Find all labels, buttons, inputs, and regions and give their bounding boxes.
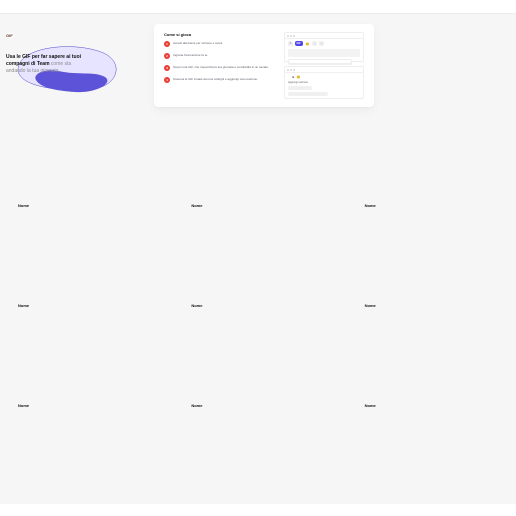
item-title: Nome bbox=[191, 303, 202, 308]
avatar bbox=[353, 301, 361, 309]
item-title: Nome bbox=[18, 403, 29, 408]
chip-emoji[interactable]: 😊 bbox=[304, 41, 311, 46]
chip-ellipsis-icon[interactable]: ⋯ bbox=[319, 41, 324, 46]
emoji-icon: 😊 bbox=[297, 75, 301, 79]
hero-line2-bold: compagni di Team bbox=[6, 61, 50, 67]
avatar bbox=[179, 401, 187, 409]
step-text: Scopri una GIF, che rispecchia la tua gi… bbox=[173, 65, 269, 71]
avatar bbox=[353, 201, 361, 209]
item-title: Nome bbox=[365, 303, 376, 308]
results-grid: Nome Nome Nome Nome Nome Nome bbox=[6, 135, 510, 409]
card-step: 2 Ingrana l'animazione fa te. bbox=[164, 53, 274, 59]
thumbnail-placeholder bbox=[179, 335, 334, 395]
thumbnail-placeholder bbox=[353, 135, 508, 195]
mini-floating-bar bbox=[288, 59, 352, 64]
hero-line3: andando la tua giornata. bbox=[6, 68, 60, 74]
list-item[interactable]: Nome bbox=[179, 135, 334, 209]
avatar bbox=[179, 201, 187, 209]
top-bar bbox=[0, 0, 516, 14]
list-item[interactable]: Nome bbox=[179, 335, 334, 409]
page-root: GIF Usa le GIF per far sapere ai tuoi co… bbox=[0, 0, 516, 516]
mini-label: Aggiungi reazione bbox=[288, 81, 360, 84]
thumbnail-placeholder bbox=[6, 135, 161, 195]
chip-gif[interactable]: GIF bbox=[295, 41, 303, 46]
step-text: Osserva le GIF inviate dai tuoi colleghi… bbox=[173, 77, 258, 83]
cursor-icon: ➤ bbox=[292, 75, 295, 79]
hero-headline: Usa le GIF per far sapere ai tuoi compag… bbox=[6, 54, 116, 74]
avatar bbox=[6, 401, 14, 409]
card-steps: Come si gioca 1 Accedi alla barra per sc… bbox=[164, 32, 274, 99]
hero-line2-rest: come sta bbox=[50, 61, 72, 67]
thumbnail-placeholder bbox=[179, 235, 334, 295]
hero-block: GIF Usa le GIF per far sapere ai tuoi co… bbox=[6, 24, 136, 103]
card-previews: A GIF 😊 … ⋯ bbox=[284, 32, 364, 99]
mini-input-preview bbox=[288, 49, 360, 57]
list-item[interactable]: Nome bbox=[6, 235, 161, 309]
step-badge: 3 bbox=[164, 65, 170, 71]
content-area: GIF Usa le GIF per far sapere ai tuoi co… bbox=[0, 14, 516, 504]
item-title: Nome bbox=[365, 403, 376, 408]
avatar bbox=[179, 301, 187, 309]
step-badge: 4 bbox=[164, 77, 170, 83]
card-step: 4 Osserva le GIF inviate dai tuoi colleg… bbox=[164, 77, 274, 83]
step-text: Accedi alla barra per scrivere e tocca bbox=[173, 41, 222, 47]
thumbnail-placeholder bbox=[6, 335, 161, 395]
list-item[interactable]: Nome bbox=[353, 335, 508, 409]
step-text: Ingrana l'animazione fa te. bbox=[173, 53, 208, 59]
item-title: Nome bbox=[18, 203, 29, 208]
item-title: Nome bbox=[191, 403, 202, 408]
item-title: Nome bbox=[191, 203, 202, 208]
window-preview-gif-composer: A GIF 😊 … ⋯ bbox=[284, 32, 364, 62]
card-step: 1 Accedi alla barra per scrivere e tocca bbox=[164, 41, 274, 47]
item-title: Nome bbox=[365, 203, 376, 208]
thumbnail-placeholder bbox=[6, 235, 161, 295]
thumbnail-placeholder bbox=[179, 135, 334, 195]
card-step: 3 Scopri una GIF, che rispecchia la tua … bbox=[164, 65, 274, 71]
hero-line1: Usa le GIF per far sapere ai tuoi bbox=[6, 54, 81, 60]
hero-illustration-wrap: Usa le GIF per far sapere ai tuoi compag… bbox=[6, 38, 136, 103]
avatar bbox=[353, 401, 361, 409]
avatar bbox=[6, 201, 14, 209]
list-item[interactable]: Nome bbox=[6, 335, 161, 409]
mini-message-preview bbox=[288, 92, 328, 96]
avatar bbox=[6, 301, 14, 309]
mini-message-preview bbox=[288, 86, 312, 90]
thumbnail-placeholder bbox=[353, 335, 508, 395]
step-badge: 2 bbox=[164, 53, 170, 59]
chip-more[interactable]: … bbox=[312, 41, 317, 46]
window-preview-reaction: ➤ 😊 Aggiungi reazione bbox=[284, 66, 364, 99]
chip-attach-icon[interactable]: A bbox=[288, 41, 293, 46]
item-title: Nome bbox=[18, 303, 29, 308]
list-item[interactable]: Nome bbox=[179, 235, 334, 309]
hero-row: GIF Usa le GIF per far sapere ai tuoi co… bbox=[6, 24, 510, 107]
howto-card: Come si gioca 1 Accedi alla barra per sc… bbox=[154, 24, 374, 107]
thumbnail-placeholder bbox=[353, 235, 508, 295]
list-item[interactable]: Nome bbox=[353, 235, 508, 309]
list-item[interactable]: Nome bbox=[6, 135, 161, 209]
segment-control: A GIF 😊 … ⋯ bbox=[288, 41, 360, 46]
card-title: Come si gioca bbox=[164, 32, 274, 37]
list-item[interactable]: Nome bbox=[353, 135, 508, 209]
step-badge: 1 bbox=[164, 41, 170, 47]
